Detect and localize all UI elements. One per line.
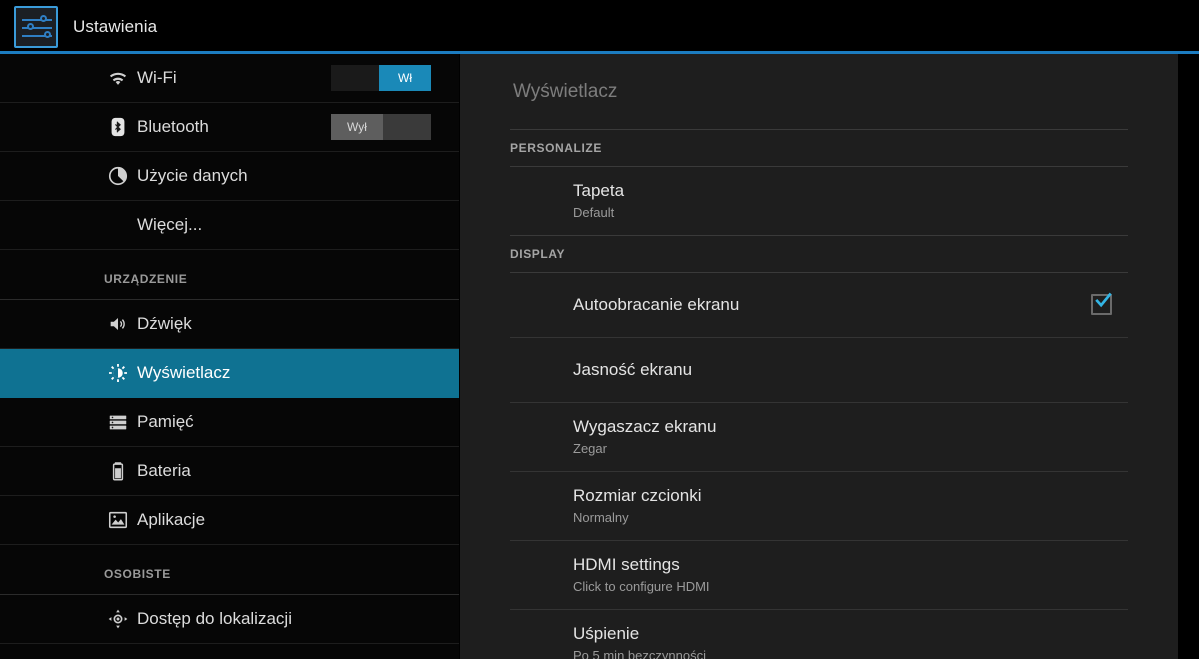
panel-row-u-pienie[interactable]: Uśpienie Po 5 min bezczynności	[510, 610, 1128, 659]
settings-detail-panel[interactable]: Wyświetlacz PERSONALIZE Tapeta Default DISP…	[460, 54, 1178, 659]
display-brightness-icon	[107, 362, 129, 384]
sidebar-item-bateria[interactable]: Bateria	[0, 447, 459, 496]
sidebar-item-label: Pamięć	[137, 412, 194, 431]
panel-row-subtitle: Po 5 min bezczynności	[573, 648, 706, 659]
detail-panel-title: Wyświetlacz	[513, 80, 618, 102]
panel-row-subtitle: Zegar	[573, 441, 607, 456]
sidebar-section-label: URZĄDZENIE	[104, 272, 188, 286]
sidebar-item-label: Użycie danych	[137, 166, 248, 185]
panel-row-title: Jasność ekranu	[573, 360, 693, 379]
panel-section-header: DISPLAY	[510, 235, 1128, 273]
toggle-thumb[interactable]: Wył	[331, 114, 383, 140]
panel-section-header: PERSONALIZE	[510, 129, 1128, 167]
settings-sliders-icon	[14, 5, 58, 48]
wifi-icon	[107, 67, 129, 89]
panel-row-tapeta[interactable]: Tapeta Default	[510, 167, 1128, 235]
apps-image-icon	[107, 509, 129, 531]
bluetooth-toggle[interactable]: Wył	[331, 114, 431, 140]
panel-row-subtitle: Normalny	[573, 510, 629, 525]
panel-row-title: Wygaszacz ekranu	[573, 417, 717, 436]
sidebar-item-label: Wi-Fi	[137, 68, 177, 87]
panel-row-title: Uśpienie	[573, 624, 640, 643]
panel-row-title: HDMI settings	[573, 555, 680, 574]
sidebar-section-10: OSOBISTE	[0, 554, 459, 595]
sound-icon	[107, 313, 129, 335]
check-icon	[1095, 292, 1112, 308]
sidebar-item-zabezpieczenia[interactable]: Zabezpieczenia	[0, 644, 459, 659]
panel-row-title: Autoobracanie ekranu	[573, 295, 740, 314]
sidebar-item-label: Wyświetlacz	[137, 363, 231, 382]
sidebar-item-d-wi-k[interactable]: Dźwięk	[0, 300, 459, 349]
sidebar-item-label: Więcej...	[137, 215, 203, 234]
location-icon	[107, 608, 129, 630]
sidebar-item-label: Bateria	[137, 461, 191, 480]
storage-icon	[107, 411, 129, 433]
panel-row-subtitle: Click to configure HDMI	[573, 579, 710, 594]
sidebar-item-pami[interactable]: Pamięć	[0, 398, 459, 447]
panel-row-hdmi-settings[interactable]: HDMI settings Click to configure HDMI	[510, 541, 1128, 610]
page-title: Ustawienia	[73, 16, 158, 36]
sidebar-section-label: OSOBISTE	[104, 567, 171, 581]
window-title-bar: Ustawienia	[0, 0, 1199, 53]
sidebar-item-label: Bluetooth	[137, 117, 209, 136]
sidebar-item-bluetooth[interactable]: Bluetooth Wył	[0, 103, 459, 152]
sidebar-section-4: URZĄDZENIE	[0, 259, 459, 300]
toggle-thumb[interactable]: Wł	[379, 65, 431, 91]
sidebar-item-label: Dźwięk	[137, 314, 192, 333]
sidebar-item-wi-cej[interactable]: Więcej...	[0, 201, 459, 250]
bluetooth-icon	[107, 116, 129, 138]
wi-fi-toggle[interactable]: Wł	[331, 65, 431, 91]
sidebar-item-wi-fi[interactable]: Wi-Fi Wł	[0, 54, 459, 103]
sidebar-item-u-ycie-danych[interactable]: Użycie danych	[0, 152, 459, 201]
panel-row-autoobracanie-ekranu[interactable]: Autoobracanie ekranu	[510, 273, 1128, 338]
sidebar-item-wy-wietlacz[interactable]: Wyświetlacz	[0, 349, 459, 398]
autoobracanie-ekranu-checkbox[interactable]	[1091, 292, 1112, 315]
panel-row-title: Tapeta	[573, 181, 625, 200]
panel-section-label: DISPLAY	[510, 247, 566, 261]
panel-row-wygaszacz-ekranu[interactable]: Wygaszacz ekranu Zegar	[510, 403, 1128, 472]
sidebar-item-dost-p-do-lokalizacji[interactable]: Dostęp do lokalizacji	[0, 595, 459, 644]
settings-sidebar[interactable]: Wi-Fi Wł Bluetooth Wył Użycie danych Więcej..…	[0, 54, 459, 659]
panel-row-title: Rozmiar czcionki	[573, 486, 702, 505]
panel-row-jasno-ekranu[interactable]: Jasność ekranu	[510, 338, 1128, 403]
panel-row-rozmiar-czcionki[interactable]: Rozmiar czcionki Normalny	[510, 472, 1128, 541]
content-area: Wi-Fi Wł Bluetooth Wył Użycie danych Więcej..…	[0, 54, 1199, 659]
sidebar-item-aplikacje[interactable]: Aplikacje	[0, 496, 459, 545]
panel-row-subtitle: Default	[573, 205, 615, 220]
battery-icon	[107, 460, 129, 482]
sidebar-item-label: Aplikacje	[137, 510, 206, 529]
panel-section-label: PERSONALIZE	[510, 141, 602, 155]
data-usage-icon	[107, 165, 129, 187]
sidebar-item-label: Dostęp do lokalizacji	[137, 609, 292, 628]
detail-panel-body: PERSONALIZE Tapeta Default DISPLAY Autoobrac…	[460, 129, 1178, 659]
